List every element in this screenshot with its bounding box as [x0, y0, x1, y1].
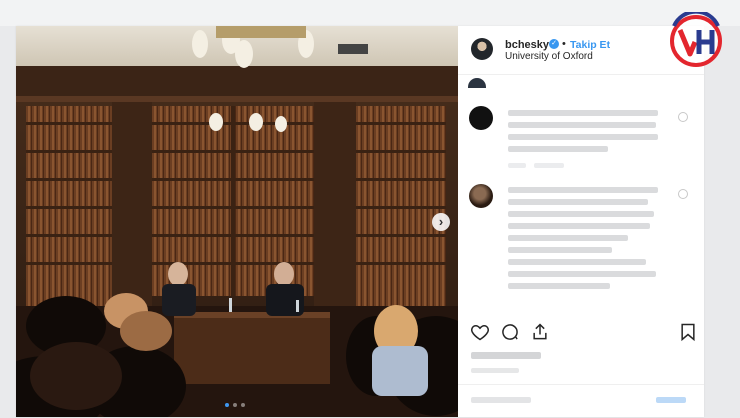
- username[interactable]: bchesky: [505, 39, 549, 51]
- post-actions: [458, 322, 704, 346]
- carousel-indicators: [225, 403, 245, 407]
- separator: •: [562, 38, 566, 50]
- library-event-photo: [16, 26, 458, 417]
- verified-badge-icon: ✓: [549, 39, 559, 49]
- location-link[interactable]: University of Oxford: [505, 51, 593, 62]
- likes-count-blurred[interactable]: [471, 352, 541, 359]
- follow-button[interactable]: Takip Et: [570, 39, 610, 51]
- bookmark-icon[interactable]: [678, 322, 698, 342]
- share-icon[interactable]: [530, 322, 550, 342]
- next-photo-button[interactable]: ›: [432, 213, 450, 231]
- comment-avatar[interactable]: [469, 184, 493, 208]
- post-side-panel: bchesky ✓ • Takip Et University of Oxfor…: [458, 26, 704, 417]
- comment-like-icon[interactable]: [678, 112, 688, 122]
- comment-like-icon[interactable]: [678, 189, 688, 199]
- comment-input[interactable]: [471, 397, 531, 403]
- carousel-dot: [225, 403, 229, 407]
- avatar[interactable]: [471, 38, 493, 60]
- comment-avatar[interactable]: [469, 106, 493, 130]
- comment-icon[interactable]: [500, 322, 520, 342]
- post-photo[interactable]: ›: [16, 26, 458, 417]
- avatar: [468, 78, 486, 88]
- post-comment-button[interactable]: [656, 397, 686, 403]
- instagram-post-modal: › bchesky ✓ • Takip Et University of Oxf…: [16, 26, 704, 417]
- carousel-dot: [241, 403, 245, 407]
- add-comment-bar: [458, 384, 704, 418]
- page-background-bar: [0, 0, 740, 26]
- header-divider: [458, 74, 704, 75]
- carousel-dot: [233, 403, 237, 407]
- vh-logo: [670, 12, 722, 67]
- post-timestamp-blurred: [471, 368, 519, 373]
- heart-icon[interactable]: [470, 322, 490, 342]
